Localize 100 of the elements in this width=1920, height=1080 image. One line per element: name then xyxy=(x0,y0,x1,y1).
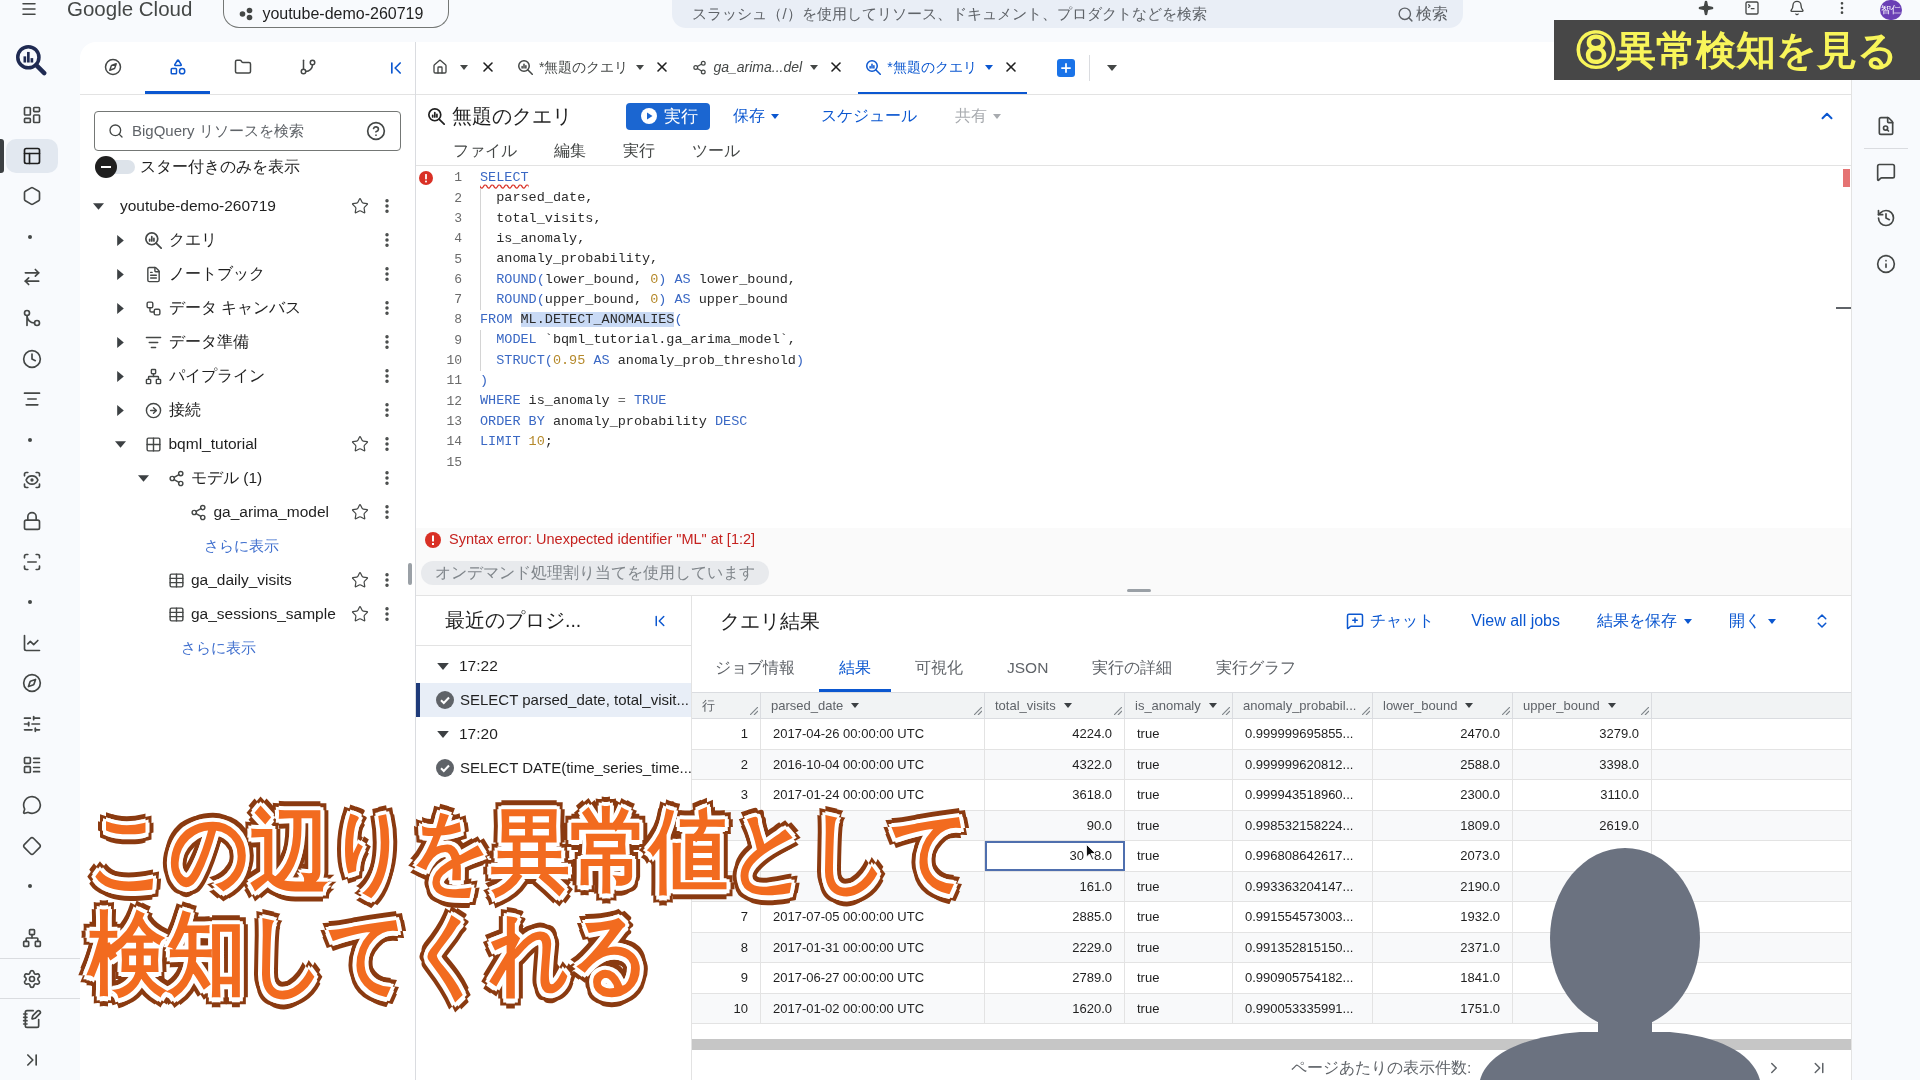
nav-item-highlight[interactable] xyxy=(6,138,58,173)
bell-icon[interactable] xyxy=(1789,0,1806,16)
notepad-icon[interactable] xyxy=(22,1009,42,1030)
tree-item[interactable]: 接続 xyxy=(168,398,201,422)
caret-right-icon[interactable] xyxy=(117,404,124,416)
search-button[interactable]: 検索 xyxy=(1397,2,1449,26)
chat-button[interactable]: チャット xyxy=(1346,609,1435,633)
resize-grip-icon[interactable] xyxy=(1114,707,1122,715)
sort-menu-icon[interactable] xyxy=(1063,703,1072,708)
project-picker[interactable]: youtube-demo-260719 xyxy=(223,0,450,28)
history-item[interactable]: SELECT DATE(time_series_time... xyxy=(416,751,691,785)
dropdown-button[interactable]: 結果を保存 xyxy=(1597,609,1692,633)
column-header[interactable]: total_visits xyxy=(985,693,1125,718)
sort-menu-icon[interactable] xyxy=(1208,703,1217,708)
lock-icon[interactable] xyxy=(22,511,42,531)
add-tab-icon[interactable] xyxy=(1056,59,1075,77)
caret-right-icon[interactable] xyxy=(117,336,124,348)
resize-grip-icon[interactable] xyxy=(1362,707,1370,715)
dropdown-button[interactable]: 開く xyxy=(1729,609,1776,633)
resize-grip-icon[interactable] xyxy=(1222,707,1230,715)
tree-item[interactable]: youtube-demo-260719 xyxy=(120,194,276,218)
merge-icon[interactable] xyxy=(22,308,42,328)
editor-tab[interactable]: *無題のクエリ xyxy=(858,42,1027,94)
caret-down-icon[interactable] xyxy=(437,662,449,670)
show-more-link[interactable]: さらに表示 xyxy=(181,636,256,660)
star-icon[interactable] xyxy=(351,435,369,453)
star-icon[interactable] xyxy=(351,605,369,623)
results-tab[interactable]: 実行の詳細 xyxy=(1072,646,1193,692)
menu-item[interactable]: ファイル xyxy=(453,139,517,163)
caret-right-icon[interactable] xyxy=(117,234,124,246)
magnifier-chart-logo[interactable] xyxy=(13,44,49,76)
results-tab[interactable]: 実行グラフ xyxy=(1196,646,1317,692)
column-header[interactable]: parsed_date xyxy=(761,693,985,718)
chat-icon[interactable] xyxy=(22,795,42,816)
dashboard-icon[interactable] xyxy=(22,105,42,126)
column-header[interactable]: 行 xyxy=(692,693,761,718)
resource-search-field[interactable]: BigQuery リソースを検索 xyxy=(94,111,401,151)
compass-icon[interactable] xyxy=(22,673,42,694)
comment-icon[interactable] xyxy=(1876,162,1896,182)
caret-right-icon[interactable] xyxy=(117,370,124,382)
menu-item[interactable]: 編集 xyxy=(554,139,586,163)
arrows-icon[interactable] xyxy=(22,267,42,288)
selected-cell[interactable]: 30 8.0 xyxy=(985,841,1125,871)
caret-down-icon[interactable] xyxy=(437,730,449,738)
resize-handle[interactable] xyxy=(1127,588,1151,592)
caret-icon[interactable] xyxy=(1106,65,1117,71)
close-icon[interactable] xyxy=(480,59,496,75)
caret-down-icon[interactable] xyxy=(92,202,104,210)
help-icon[interactable] xyxy=(366,121,386,141)
column-header[interactable]: lower_bound xyxy=(1373,693,1513,718)
sort-menu-icon[interactable] xyxy=(1607,703,1616,708)
resize-grip-icon[interactable] xyxy=(974,707,982,715)
caret-icon[interactable] xyxy=(460,64,468,70)
search-field[interactable]: スラッシュ（/）を使用してリソース、ドキュメント、プロダクトなどを検索 検索 xyxy=(672,0,1464,28)
editor-tab[interactable]: ga_arima...del xyxy=(684,42,853,94)
caret-icon[interactable] xyxy=(1768,618,1776,624)
eye-scan-icon[interactable] xyxy=(22,470,42,491)
caret-icon[interactable] xyxy=(984,64,993,70)
menu-icon[interactable] xyxy=(19,0,39,18)
avatar[interactable]: 智仁 xyxy=(1880,0,1903,20)
caret-right-icon[interactable] xyxy=(117,302,124,314)
sort-menu-icon[interactable] xyxy=(851,703,860,708)
info-icon[interactable] xyxy=(1876,254,1896,274)
diamond-icon[interactable] xyxy=(22,835,42,856)
caret-down-icon[interactable] xyxy=(115,440,126,448)
toolbar-button[interactable]: スケジュール xyxy=(821,104,917,128)
menu-item[interactable]: 実行 xyxy=(623,139,655,163)
sliders-icon[interactable] xyxy=(22,713,42,734)
sparkle-icon[interactable] xyxy=(1698,0,1715,16)
tree-item[interactable]: クエリ xyxy=(168,228,217,252)
tree-item[interactable]: パイプライン xyxy=(168,364,265,388)
caret-icon[interactable] xyxy=(810,64,819,70)
tree-item[interactable]: bqml_tutorial xyxy=(168,432,258,456)
history-item[interactable]: SELECT parsed_date, total_visit... xyxy=(416,683,691,717)
settings-icon[interactable] xyxy=(22,968,42,989)
menu-item[interactable]: ツール xyxy=(692,139,740,163)
column-header[interactable]: is_anomaly xyxy=(1125,693,1233,718)
tree-item[interactable]: データ キャンバス xyxy=(168,296,301,320)
tree-item[interactable]: ga_sessions_sample xyxy=(191,602,336,626)
results-tab[interactable]: JSON xyxy=(987,646,1069,692)
caret-right-icon[interactable] xyxy=(117,268,124,280)
hexagon-icon[interactable] xyxy=(22,186,42,207)
sort-menu-icon[interactable] xyxy=(1465,703,1474,708)
caret-down-icon[interactable] xyxy=(137,474,149,482)
line-chart-icon[interactable] xyxy=(22,632,42,653)
show-more-link[interactable]: さらに表示 xyxy=(203,534,279,558)
results-tab[interactable]: 可視化 xyxy=(895,646,983,692)
toggle-switch[interactable] xyxy=(95,156,135,178)
tree-item[interactable]: モデル (1) xyxy=(191,466,263,490)
toolbar-button[interactable]: 保存 xyxy=(733,104,779,128)
scrollbar-thumb[interactable] xyxy=(408,563,412,585)
run-button[interactable]: 実行 xyxy=(626,102,710,130)
tree-item[interactable]: データ準備 xyxy=(168,330,249,354)
column-header[interactable]: anomaly_probabil... xyxy=(1233,693,1373,718)
document-search-icon[interactable] xyxy=(1876,116,1896,136)
caret-icon[interactable] xyxy=(1684,618,1692,624)
scan-icon[interactable] xyxy=(22,551,42,572)
clock-icon[interactable] xyxy=(22,348,42,369)
tree-item[interactable]: ga_daily_visits xyxy=(191,568,292,592)
editor-tab[interactable]: *無題のクエリ xyxy=(510,42,679,94)
